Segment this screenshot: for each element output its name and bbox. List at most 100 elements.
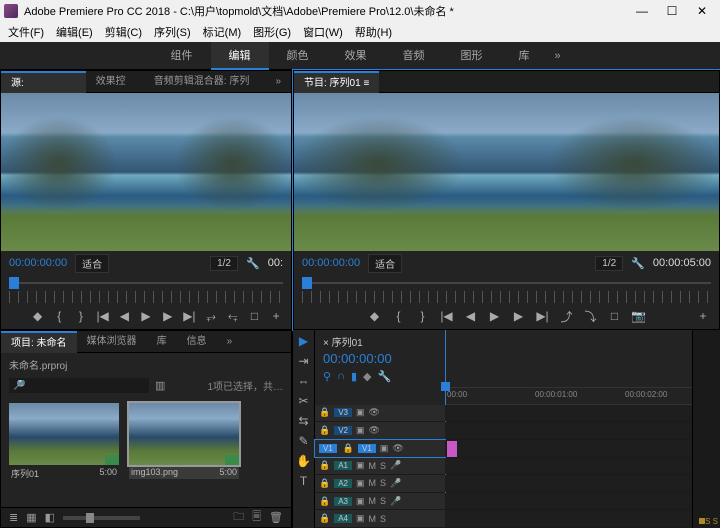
- project-item[interactable]: img103.png5:00: [129, 403, 239, 499]
- tab-effect-controls[interactable]: 效果控件: [86, 71, 144, 93]
- project-search-input[interactable]: [9, 378, 149, 393]
- mark-out-icon[interactable]: }: [415, 308, 431, 324]
- program-fit-dropdown[interactable]: 适合: [368, 254, 402, 273]
- wrench-icon[interactable]: 🔧: [246, 257, 260, 270]
- linked-selection-icon[interactable]: ∩: [337, 370, 345, 383]
- program-monitor[interactable]: [294, 93, 719, 251]
- menu-marker[interactable]: 标记(M): [199, 24, 246, 40]
- workspace-assembly[interactable]: 组件: [153, 42, 211, 70]
- tab-media-browser[interactable]: 媒体浏览器: [77, 331, 147, 353]
- menu-help[interactable]: 帮助(H): [351, 24, 396, 40]
- source-scrubber[interactable]: [9, 275, 283, 291]
- tab-overflow[interactable]: »: [265, 71, 291, 93]
- track-select-tool-icon[interactable]: ⇥: [297, 354, 311, 368]
- menu-window[interactable]: 窗口(W): [299, 24, 347, 40]
- delete-icon[interactable]: 🗑: [269, 511, 283, 524]
- workspace-library[interactable]: 库: [501, 42, 548, 70]
- razor-tool-icon[interactable]: ✂: [297, 394, 311, 408]
- camera-icon[interactable]: 📷: [631, 308, 647, 324]
- lift-icon[interactable]: ⤴: [559, 308, 575, 324]
- lock-icon[interactable]: 🔒: [319, 425, 330, 436]
- bin-icon[interactable]: ▥: [155, 379, 165, 392]
- maximize-button[interactable]: ☐: [658, 1, 686, 21]
- button-editor-icon[interactable]: +: [269, 308, 283, 324]
- tab-source[interactable]: 源: img103.png: [1, 71, 86, 93]
- sequence-title[interactable]: × 序列01: [323, 334, 684, 349]
- lock-icon[interactable]: 🔒: [319, 478, 330, 489]
- menu-clip[interactable]: 剪辑(C): [101, 24, 146, 40]
- ripple-tool-icon[interactable]: ⇔: [297, 374, 311, 388]
- freeform-view-icon[interactable]: ◧: [45, 511, 55, 524]
- wrench-icon[interactable]: 🔧: [631, 257, 645, 270]
- new-item-icon[interactable]: 🗏: [252, 508, 261, 527]
- marker-icon[interactable]: ◆: [31, 308, 45, 324]
- mark-in-icon[interactable]: {: [52, 308, 66, 324]
- minimize-button[interactable]: —: [628, 1, 656, 21]
- mic-icon[interactable]: 🎤: [390, 496, 401, 507]
- source-zoom-dropdown[interactable]: 1/2: [210, 256, 238, 271]
- lock-icon[interactable]: 🔒: [319, 460, 330, 471]
- menu-sequence[interactable]: 序列(S): [150, 24, 195, 40]
- step-back-icon[interactable]: ◀: [117, 308, 131, 324]
- track-a2[interactable]: 🔒A2▣MS🎤: [315, 475, 692, 493]
- mark-in-icon[interactable]: {: [391, 308, 407, 324]
- extract-icon[interactable]: ⤵: [583, 308, 599, 324]
- track-v2[interactable]: 🔒V2▣👁: [315, 422, 692, 440]
- time-ruler[interactable]: 00:00 00:00:01:00 00:00:02:00 00:00:03:0…: [445, 387, 692, 405]
- workspace-effects[interactable]: 效果: [327, 42, 385, 70]
- selection-tool-icon[interactable]: ▶: [297, 334, 311, 348]
- insert-icon[interactable]: ⥅: [204, 308, 218, 324]
- menu-graphics[interactable]: 图形(G): [249, 24, 295, 40]
- source-fit-dropdown[interactable]: 适合: [75, 254, 109, 273]
- project-item[interactable]: 序列015:00: [9, 403, 119, 499]
- track-a3[interactable]: 🔒A3▣MS🎤: [315, 493, 692, 511]
- video-clip[interactable]: [447, 441, 457, 457]
- track-v3[interactable]: 🔒V3▣👁: [315, 405, 692, 423]
- export-frame-icon[interactable]: □: [248, 308, 262, 324]
- mic-icon[interactable]: 🎤: [390, 478, 401, 489]
- mic-icon[interactable]: 🎤: [390, 460, 401, 471]
- tab-project[interactable]: 项目: 未命名: [1, 331, 77, 353]
- thumbnail-zoom-slider[interactable]: [63, 516, 140, 520]
- workspace-overflow[interactable]: »: [548, 50, 568, 62]
- list-view-icon[interactable]: ≣: [9, 511, 18, 524]
- track-a1[interactable]: 🔒A1▣MS🎤: [315, 458, 692, 476]
- overwrite-icon[interactable]: ⥆: [226, 308, 240, 324]
- mark-out-icon[interactable]: }: [74, 308, 88, 324]
- timeline-timecode[interactable]: 00:00:00:00: [323, 351, 684, 366]
- go-prev-icon[interactable]: |◀: [439, 308, 455, 324]
- lock-icon[interactable]: 🔒: [319, 407, 330, 418]
- tab-library[interactable]: 库: [147, 331, 177, 353]
- play-icon[interactable]: ▶: [487, 308, 503, 324]
- snap-icon[interactable]: ⚲: [323, 370, 331, 383]
- workspace-editing[interactable]: 编辑: [211, 42, 269, 70]
- workspace-audio[interactable]: 音频: [385, 42, 443, 70]
- pen-tool-icon[interactable]: ✎: [297, 434, 311, 448]
- go-prev-icon[interactable]: |◀: [96, 308, 110, 324]
- program-zoom-dropdown[interactable]: 1/2: [595, 256, 623, 271]
- tab-program[interactable]: 节目: 序列01 ≡: [294, 71, 379, 93]
- tab-audio-mixer[interactable]: 音频剪辑混合器: 序列01: [144, 71, 266, 93]
- play-icon[interactable]: ▶: [139, 308, 153, 324]
- icon-view-icon[interactable]: ▦: [26, 511, 36, 524]
- settings-icon[interactable]: ◆: [363, 370, 371, 383]
- tab-overflow[interactable]: »: [217, 331, 243, 353]
- source-monitor[interactable]: [1, 93, 291, 251]
- hand-tool-icon[interactable]: ✋: [297, 454, 311, 468]
- marker-icon[interactable]: ▮: [351, 370, 357, 383]
- button-editor-icon[interactable]: +: [695, 308, 711, 324]
- track-v1[interactable]: V1🔒V1▣👁: [315, 440, 692, 458]
- export-frame-icon[interactable]: □: [607, 308, 623, 324]
- new-bin-icon[interactable]: 🗀: [233, 508, 244, 527]
- tab-info[interactable]: 信息: [177, 331, 217, 353]
- type-tool-icon[interactable]: T: [297, 474, 311, 488]
- wrench-icon[interactable]: 🔧: [378, 370, 392, 383]
- program-timecode-in[interactable]: 00:00:00:00: [302, 257, 360, 269]
- workspace-color[interactable]: 颜色: [269, 42, 327, 70]
- close-button[interactable]: ✕: [688, 1, 716, 21]
- go-next-icon[interactable]: ▶|: [183, 308, 197, 324]
- source-timecode-in[interactable]: 00:00:00:00: [9, 257, 67, 269]
- workspace-graphics[interactable]: 图形: [443, 42, 501, 70]
- menu-edit[interactable]: 编辑(E): [52, 24, 97, 40]
- step-back-icon[interactable]: ◀: [463, 308, 479, 324]
